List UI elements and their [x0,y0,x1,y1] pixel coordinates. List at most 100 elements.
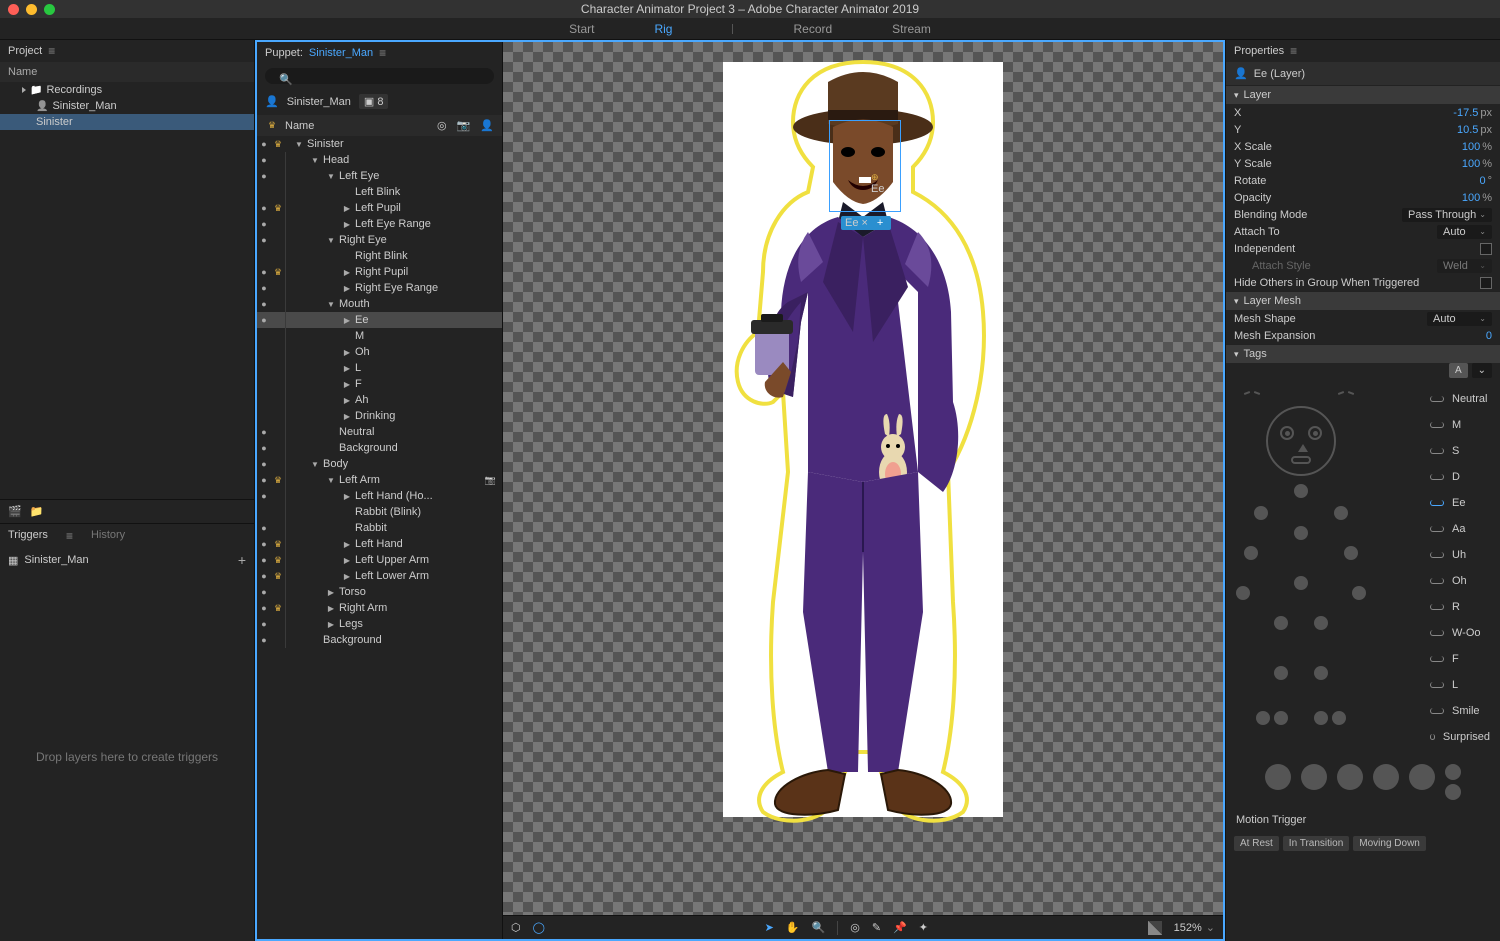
visibility-icon[interactable]: ● [257,523,271,533]
layer-row[interactable]: ▶Drinking [257,408,502,424]
close-window-button[interactable] [8,4,19,15]
visibility-icon[interactable]: ● [257,635,271,645]
visibility-icon[interactable]: ● [257,203,271,213]
disclosure-icon[interactable]: ▶ [327,620,335,629]
expression-icon[interactable] [1445,784,1461,800]
remove-tag-icon[interactable]: × [861,217,867,229]
viseme-d[interactable]: D [1430,464,1490,490]
right-eye-tag-icon[interactable] [1308,426,1322,440]
joint-icon[interactable] [1244,546,1258,560]
joint-icon[interactable] [1314,711,1328,725]
layer-row[interactable]: ●▶Left Hand (Ho... [257,488,502,504]
pin-tool-icon[interactable]: 📌 [893,921,907,934]
viseme-ee[interactable]: Ee [1430,490,1490,516]
crown-icon[interactable]: ♛ [271,267,285,278]
visibility-icon[interactable]: ● [257,619,271,629]
expression-icon[interactable] [1373,764,1399,790]
layer-row[interactable]: Right Blink [257,248,502,264]
rig-tag-diagram[interactable]: NeutralMSDEeAaUhOhRW-OoFLSmileSurprised [1226,386,1500,756]
disclosure-icon[interactable]: ▶ [327,588,335,597]
disclosure-icon[interactable]: ▼ [311,156,319,165]
hand-tool-icon[interactable]: ✋ [786,921,800,934]
triggers-drop-zone[interactable]: Drop layers here to create triggers [0,572,254,941]
layer-row[interactable]: ●♛▶Left Pupil [257,200,502,216]
layer-hierarchy[interactable]: ●♛▼Sinister●▼Head●▼Left EyeLeft Blink●♛▶… [257,136,502,939]
visibility-icon[interactable]: ● [257,587,271,597]
selection-tag-pill[interactable]: Ee × + [841,216,891,230]
motion-pill-at-rest[interactable]: At Rest [1234,836,1279,851]
disclosure-icon[interactable]: ▶ [343,316,351,325]
visibility-icon[interactable]: ● [257,267,271,277]
visibility-icon[interactable]: ● [257,459,271,469]
disclosure-icon[interactable]: ▶ [343,348,351,357]
joint-icon[interactable] [1334,506,1348,520]
disclosure-icon[interactable]: ▼ [327,300,335,309]
layer-row[interactable]: ●▼Head [257,152,502,168]
visibility-icon[interactable]: ● [257,299,271,309]
zoom-tool-icon[interactable]: 🔍 [812,921,826,934]
layer-row[interactable]: ●▶Ee [257,312,502,328]
attach-to-select[interactable]: Auto⌄ [1437,225,1492,239]
disclosure-icon[interactable]: ▼ [327,172,335,181]
visibility-icon[interactable]: ● [257,539,271,549]
viseme-oh[interactable]: Oh [1430,568,1490,594]
crown-icon[interactable]: ♛ [271,139,285,150]
target-icon[interactable]: ◎ [437,119,447,132]
layer-row[interactable]: ▶F [257,376,502,392]
visibility-icon[interactable]: ● [257,491,271,501]
person-icon[interactable]: 👤 [480,119,494,132]
viseme-uh[interactable]: Uh [1430,542,1490,568]
arrow-tool-icon[interactable]: ➤ [765,921,774,934]
project-item-sinister[interactable]: Sinister [0,114,254,130]
selection-box[interactable] [829,120,901,212]
joint-icon[interactable] [1344,546,1358,560]
joint-icon[interactable] [1236,586,1250,600]
visibility-icon[interactable]: ● [257,443,271,453]
expression-icon[interactable] [1265,764,1291,790]
crown-icon[interactable]: ♛ [271,571,285,582]
layer-row[interactable]: ●♛▼Sinister [257,136,502,152]
tab-record[interactable]: Record [793,22,832,36]
motion-pill-in-transition[interactable]: In Transition [1283,836,1349,851]
layer-row[interactable]: ●▼Mouth [257,296,502,312]
disclosure-icon[interactable]: ▶ [343,364,351,373]
motion-pill-moving-down[interactable]: Moving Down [1353,836,1426,851]
visibility-icon[interactable]: ● [257,427,271,437]
hide-others-checkbox[interactable] [1480,277,1492,289]
mesh-icon[interactable]: ⬡ [511,921,521,934]
puppet-menu-icon[interactable]: ≡ [379,46,386,60]
crown-icon[interactable]: ♛ [271,555,285,566]
checker-icon[interactable] [1148,921,1162,935]
disclosure-icon[interactable]: ▶ [343,556,351,565]
layer-row[interactable]: ●Background [257,632,502,648]
layer-row[interactable]: ●Background [257,440,502,456]
canvas[interactable]: ⊕Ee Ee × + [503,42,1223,915]
expression-icon[interactable] [1337,764,1363,790]
disclosure-icon[interactable]: ▶ [343,204,351,213]
disclosure-icon[interactable]: ▶ [343,540,351,549]
disclosure-icon[interactable]: ▼ [327,476,335,485]
triggers-menu-icon[interactable]: ≡ [66,529,73,543]
zoom-level[interactable]: 152% ⌄ [1174,921,1215,934]
expression-icon[interactable] [1409,764,1435,790]
joint-icon[interactable] [1274,711,1288,725]
viseme-neutral[interactable]: Neutral [1430,386,1490,412]
trigger-item-row[interactable]: ▦ Sinister_Man + [0,548,254,572]
layer-row[interactable]: ●▶Torso [257,584,502,600]
disclosure-icon[interactable]: ▼ [295,140,303,149]
puppet-row-label[interactable]: Sinister_Man [287,96,351,108]
visibility-icon[interactable]: ● [257,571,271,581]
visibility-icon[interactable]: ● [257,555,271,565]
prop-xscale-value[interactable]: 100 [1462,141,1480,153]
layer-row[interactable]: ●▼Body [257,456,502,472]
viseme-aa[interactable]: Aa [1430,516,1490,542]
disclosure-icon[interactable]: ▶ [343,380,351,389]
layer-row[interactable]: ●▼Left Eye [257,168,502,184]
joint-icon[interactable] [1332,711,1346,725]
layer-row[interactable]: ●♛▶Right Pupil [257,264,502,280]
folder-new-icon[interactable]: 📁 [30,505,44,518]
disclosure-icon[interactable]: ▶ [343,268,351,277]
joint-icon[interactable] [1352,586,1366,600]
layer-row[interactable]: ●▶Right Eye Range [257,280,502,296]
layer-row[interactable]: M [257,328,502,344]
